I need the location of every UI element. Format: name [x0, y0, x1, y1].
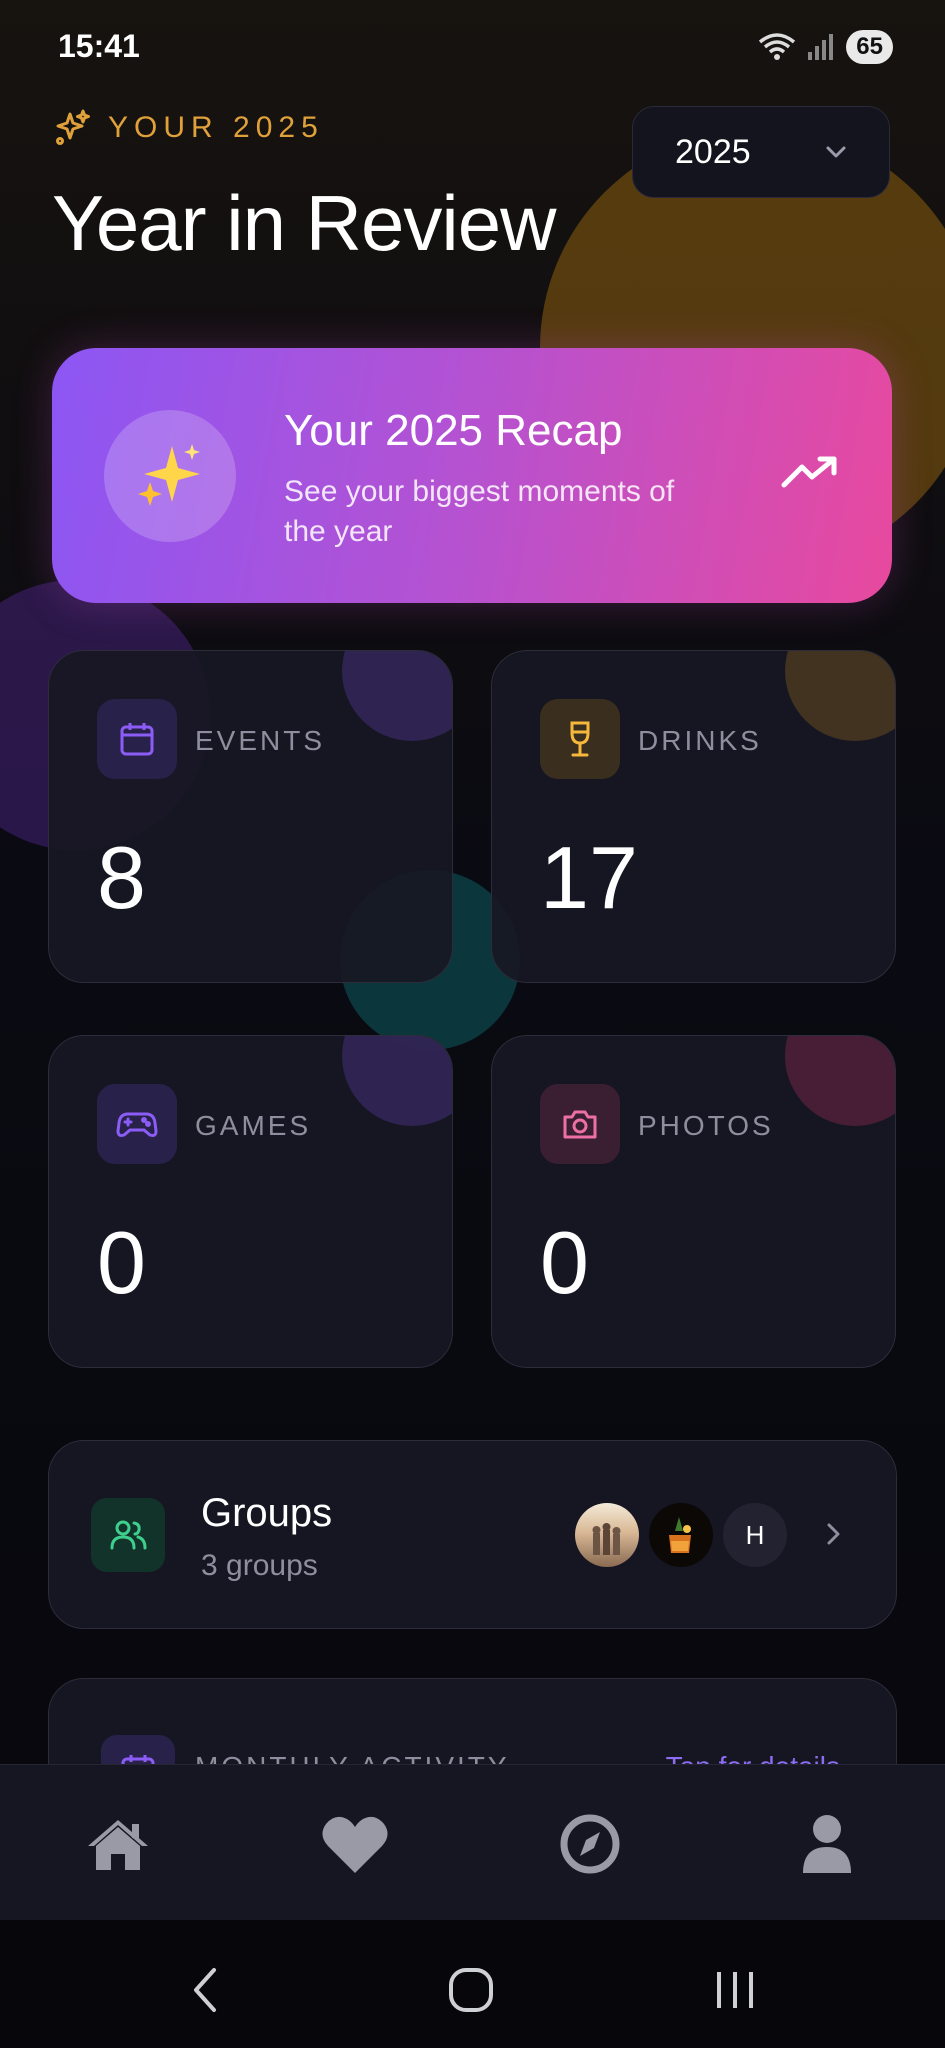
group-avatar-1 [575, 1503, 639, 1567]
stat-card-events[interactable]: EVENTS 8 [48, 650, 453, 983]
nav-explore[interactable] [555, 1809, 625, 1879]
trending-up-icon [781, 456, 837, 488]
compass-icon [560, 1814, 620, 1874]
page-title: Year in Review [52, 179, 556, 267]
sparkles-icon [56, 109, 90, 145]
stat-value: 0 [97, 1213, 146, 1312]
stat-card-games[interactable]: GAMES 0 [48, 1035, 453, 1368]
monthly-icon-box [101, 1735, 175, 1766]
monthly-activity-card[interactable]: MONTHLY ACTIVITY Tap for details [48, 1678, 897, 1766]
nav-profile[interactable] [792, 1809, 862, 1879]
home-circle-icon [449, 1968, 493, 2012]
profile-icon [803, 1815, 851, 1873]
stat-label: DRINKS [638, 725, 762, 756]
system-recents-button[interactable] [705, 1960, 765, 2020]
groups-card[interactable]: Groups 3 groups H [48, 1440, 897, 1629]
sparkles-emoji-icon [138, 444, 200, 506]
gamepad-icon [116, 1112, 158, 1137]
signal-icon [808, 34, 834, 60]
back-icon [194, 1968, 216, 2012]
groups-icon-box [91, 1498, 165, 1572]
stat-value: 8 [97, 828, 146, 927]
eyebrow-label: YOUR 2025 [108, 111, 324, 144]
stat-label: GAMES [195, 1110, 312, 1141]
bottom-nav [0, 1764, 945, 1921]
status-icons: 65 [758, 30, 893, 64]
groups-title: Groups [201, 1491, 333, 1535]
groups-count: 3 groups [201, 1549, 318, 1582]
recap-title: Your 2025 Recap [284, 406, 623, 455]
group-avatar-3: H [723, 1503, 787, 1567]
camera-icon [563, 1110, 597, 1139]
system-home-button[interactable] [441, 1960, 501, 2020]
eyebrow: YOUR 2025 [52, 108, 324, 148]
chevron-right-icon [827, 1523, 840, 1545]
recents-icon [717, 1972, 753, 2008]
status-time: 15:41 [58, 28, 140, 64]
stat-card-drinks[interactable]: DRINKS 17 [491, 650, 896, 983]
stat-label: EVENTS [195, 725, 326, 756]
stat-icon-box [540, 1084, 620, 1164]
recap-card[interactable]: Your 2025 Recap See your biggest moments… [52, 348, 892, 603]
wine-glass-icon [570, 721, 590, 757]
group-avatar-2 [649, 1503, 713, 1567]
card-decoration [785, 1036, 895, 1126]
stat-icon-box [97, 699, 177, 779]
card-decoration [342, 1036, 452, 1126]
battery-indicator: 65 [846, 30, 893, 64]
stat-icon-box [97, 1084, 177, 1164]
stat-icon-box [540, 699, 620, 779]
calendar-icon [121, 1755, 155, 1766]
card-decoration [785, 651, 895, 741]
users-icon [110, 1520, 147, 1550]
system-nav-bar [0, 1920, 945, 2048]
avatar-initial: H [745, 1519, 765, 1550]
heart-icon [322, 1816, 388, 1873]
chevron-down-icon [826, 146, 846, 158]
stat-card-photos[interactable]: PHOTOS 0 [491, 1035, 896, 1368]
stat-value: 17 [540, 828, 638, 927]
wifi-icon [759, 33, 796, 60]
group-photo [669, 1517, 691, 1553]
stat-label: PHOTOS [638, 1110, 774, 1141]
system-back-button[interactable] [176, 1960, 236, 2020]
year-select-value: 2025 [675, 132, 751, 171]
card-decoration [342, 651, 452, 741]
monthly-activity-clip: MONTHLY ACTIVITY Tap for details [0, 1670, 945, 1766]
recap-subtitle: See your biggest moments of the year [284, 475, 675, 548]
nav-home[interactable] [83, 1809, 153, 1879]
calendar-icon [120, 723, 154, 756]
year-select[interactable]: 2025 [632, 106, 890, 198]
home-icon [88, 1820, 148, 1870]
recap-emoji-badge [104, 410, 236, 542]
group-photo [592, 1523, 621, 1555]
stat-value: 0 [540, 1213, 589, 1312]
nav-favorites[interactable] [320, 1809, 390, 1879]
